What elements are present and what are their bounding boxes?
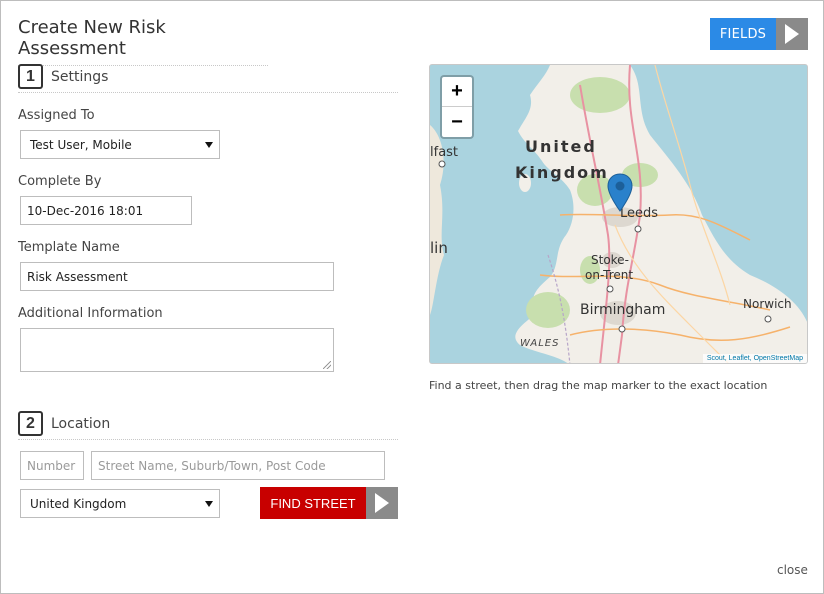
location-map[interactable]: United Kingdom lfast lin Leeds Stoke- on… — [429, 64, 808, 364]
chevron-down-icon — [205, 142, 213, 148]
fields-button[interactable]: FIELDS — [710, 18, 808, 50]
street-number-input[interactable] — [20, 451, 84, 480]
template-name-input[interactable] — [20, 262, 334, 291]
find-street-button-label: FIND STREET — [260, 487, 366, 519]
map-caption: Find a street, then drag the map marker … — [429, 379, 768, 392]
settings-section-header: 1 Settings — [18, 61, 398, 93]
map-label-norwich: Norwich — [743, 297, 792, 311]
resize-grip-icon[interactable] — [323, 361, 331, 369]
map-label-belfast: lfast — [430, 145, 459, 160]
map-label-united: United — [525, 137, 597, 156]
location-heading: Location — [51, 415, 111, 432]
fields-button-label: FIELDS — [710, 18, 776, 50]
map-label-dublin: lin — [430, 239, 448, 257]
country-select[interactable]: United Kingdom — [20, 489, 220, 518]
risk-assessment-dialog: Create New Risk Assessment FIELDS 1 Sett… — [0, 0, 824, 594]
zoom-in-button[interactable]: + — [442, 77, 472, 107]
street-search-input[interactable] — [91, 451, 385, 480]
step-number-badge: 2 — [18, 411, 43, 436]
country-value: United Kingdom — [30, 496, 127, 511]
assigned-to-label: Assigned To — [18, 108, 95, 123]
map-zoom-control: + − — [440, 75, 474, 139]
play-arrow-icon — [776, 18, 808, 50]
assigned-to-value: Test User, Mobile — [30, 137, 132, 152]
assigned-to-select[interactable]: Test User, Mobile — [20, 130, 220, 159]
chevron-down-icon — [205, 501, 213, 507]
map-label-birmingham: Birmingham — [580, 302, 666, 318]
map-attribution[interactable]: Scout, Leaflet, OpenStreetMap — [702, 354, 807, 363]
dialog-title: Create New Risk Assessment — [18, 17, 268, 66]
complete-by-label: Complete By — [18, 174, 102, 189]
template-name-label: Template Name — [18, 240, 120, 255]
play-arrow-icon — [366, 487, 398, 519]
map-label-wales: WALES — [520, 338, 560, 349]
settings-heading: Settings — [51, 68, 109, 85]
map-label-kingdom: Kingdom — [515, 163, 609, 182]
map-label-on-trent: on-Trent — [585, 268, 634, 282]
close-link[interactable]: close — [777, 563, 808, 577]
zoom-out-button[interactable]: − — [442, 107, 472, 137]
additional-info-label: Additional Information — [18, 306, 163, 321]
location-section-header: 2 Location — [18, 408, 398, 440]
find-street-button[interactable]: FIND STREET — [260, 487, 398, 519]
map-marker-icon[interactable] — [607, 173, 633, 213]
complete-by-input[interactable] — [20, 196, 192, 225]
map-tiles — [430, 65, 807, 363]
additional-info-textarea[interactable] — [20, 328, 334, 372]
map-label-stoke: Stoke- — [591, 253, 629, 267]
step-number-badge: 1 — [18, 64, 43, 89]
